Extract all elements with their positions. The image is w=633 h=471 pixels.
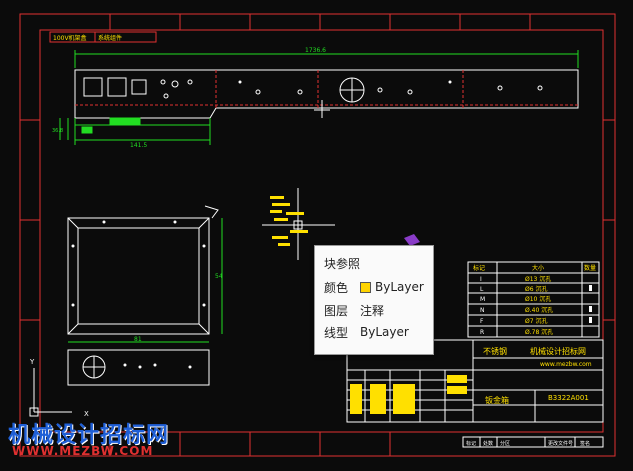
block-reference-tooltip: 块参照 颜色 ByLayer 图层 注释 线型 ByLayer xyxy=(314,245,434,355)
overall-dimension-text: 1736.6 xyxy=(305,47,326,54)
hole-table-header-qty: 数量 xyxy=(584,264,596,272)
rev-label: 处数 xyxy=(483,440,493,447)
left-dimensions xyxy=(59,117,211,145)
material-text: 不锈钢 xyxy=(483,346,507,356)
tooltip-key: 图层 xyxy=(324,303,349,318)
rev-label: 分区 xyxy=(500,440,510,447)
part-name-text: 钣金箱 xyxy=(485,395,509,405)
front-height-text: 54 xyxy=(215,273,223,280)
front-view[interactable] xyxy=(67,205,219,335)
drawing-canvas[interactable]: 100V机架盒 系统组件 1736.6 141.5 36.8 81 54 标记 … xyxy=(0,0,633,471)
hole-mark: R xyxy=(480,329,484,336)
hole-table-header-mark: 标记 xyxy=(473,264,485,272)
hole-size: Ø6 沉孔 xyxy=(525,285,547,293)
tooltip-key: 线型 xyxy=(324,325,349,340)
rev-label: 标记 xyxy=(466,440,476,447)
hole-size: Ø.78 沉孔 xyxy=(525,328,553,336)
hole-mark: F xyxy=(480,318,484,325)
hole-table-header-size: 大小 xyxy=(532,264,544,272)
watermark-url: WWW.MEZBW.COM xyxy=(12,444,154,458)
drawing-number-text: B3322A001 xyxy=(548,394,589,402)
ucs-y-label: Y xyxy=(29,358,35,366)
rev-label: 更改文件号 xyxy=(548,440,573,447)
tooltip-value: ByLayer xyxy=(375,280,424,294)
website-text: www.mezbw.com xyxy=(540,361,592,368)
inner-frame xyxy=(39,29,604,433)
left-dim-text: 141.5 xyxy=(130,142,147,149)
hole-mark: I xyxy=(480,276,482,283)
hole-size: Ø.40 沉孔 xyxy=(525,306,553,314)
tooltip-row-layer: 图层 注释 xyxy=(324,302,384,318)
hole-size: Ø13 沉孔 xyxy=(525,275,551,283)
title-block-fills xyxy=(350,375,467,414)
flat-pattern[interactable] xyxy=(74,69,579,119)
hole-mark: M xyxy=(480,296,485,303)
front-width-text: 81 xyxy=(134,336,142,343)
top-left-sub: 系统组件 xyxy=(98,34,122,42)
cad-viewport[interactable]: 100V机架盒 系统组件 1736.6 141.5 36.8 81 54 标记 … xyxy=(0,0,633,471)
small-dim-text: 36.8 xyxy=(52,128,63,134)
tooltip-title: 块参照 xyxy=(324,257,361,271)
tooltip-key: 颜色 xyxy=(324,280,349,295)
bottom-view[interactable] xyxy=(67,349,210,386)
tooltip-value: ByLayer xyxy=(360,325,409,339)
tooltip-row-linetype: 线型 ByLayer xyxy=(324,324,409,340)
hole-mark: N xyxy=(480,307,485,314)
ucs-icon xyxy=(29,368,72,417)
rev-label: 签名 xyxy=(580,440,590,447)
hole-size: Ø7 沉孔 xyxy=(525,317,547,325)
hole-size: Ø10 沉孔 xyxy=(525,295,551,303)
hole-mark: L xyxy=(480,286,484,293)
top-left-title: 100V机架盒 xyxy=(53,34,87,42)
tooltip-row-color: 颜色 ByLayer xyxy=(324,279,424,295)
color-swatch-icon xyxy=(360,281,371,293)
tooltip-value: 注释 xyxy=(360,303,385,318)
company-text: 机械设计招标网 xyxy=(530,346,586,356)
